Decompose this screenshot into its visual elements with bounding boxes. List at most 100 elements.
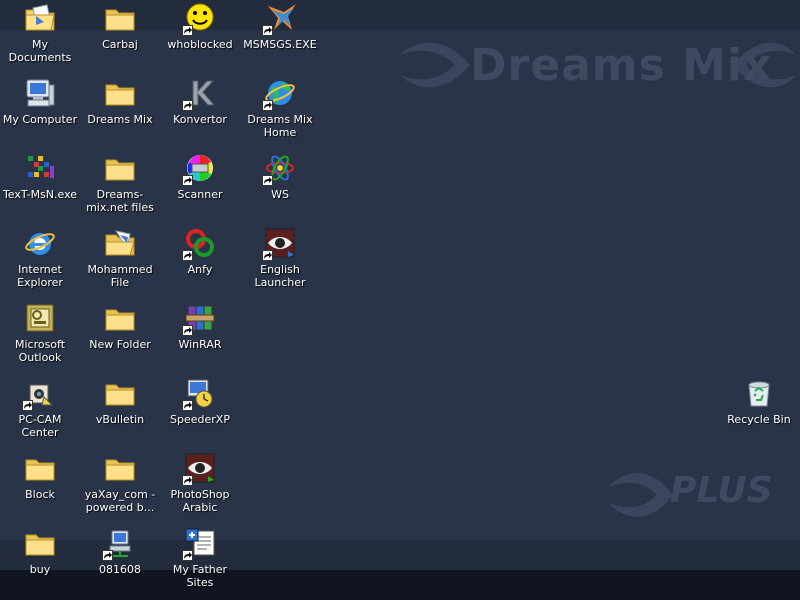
- desktop-icon-new-folder[interactable]: New Folder: [80, 300, 160, 372]
- desktop-icon-msmsgs[interactable]: MSMSGS.EXE: [240, 0, 320, 72]
- icon-label: Anfy: [187, 263, 213, 276]
- desktop-icon-recycle-bin[interactable]: Recycle Bin: [719, 375, 799, 447]
- shortcut-arrow-icon: [182, 100, 193, 111]
- desktop-icon-internet-explorer[interactable]: Internet Explorer: [0, 225, 80, 297]
- desktop-icon-whoblocked[interactable]: whoblocked: [160, 0, 240, 72]
- ie-icon: [24, 227, 56, 259]
- icon-label: Dreams Mix: [87, 113, 153, 126]
- desktop-icon-winrar[interactable]: WinRAR: [160, 300, 240, 372]
- desktop-icon-buy[interactable]: buy: [0, 525, 80, 597]
- icon-label: Dreams Mix Home: [247, 113, 313, 139]
- desktop-icon-microsoft-outlook[interactable]: Microsoft Outlook: [0, 300, 80, 372]
- camera-icon: [22, 377, 56, 411]
- desktop-icon-pc-cam-center[interactable]: PC-CAM Center: [0, 375, 80, 447]
- icon-label: Microsoft Outlook: [14, 338, 66, 364]
- wallpaper-plus-text: PLUS: [670, 470, 773, 511]
- internet-globe-icon: [262, 77, 296, 111]
- icon-label: TexT-MsN.exe: [2, 188, 78, 201]
- icon-label: whoblocked: [167, 38, 233, 51]
- icon-label: SpeederXP: [170, 413, 230, 426]
- shortcut-arrow-icon: [262, 25, 273, 36]
- eye-icon: [182, 452, 216, 486]
- desktop-icon-english-launcher[interactable]: English Launcher: [240, 225, 320, 297]
- desktop-icon-ws[interactable]: WS: [240, 150, 320, 222]
- icon-label: PhotoShop Arabic: [170, 488, 230, 514]
- icon-label: MSMSGS.EXE: [243, 38, 317, 51]
- desktop-icon-081608[interactable]: 081608: [80, 525, 160, 597]
- icon-label: Internet Explorer: [17, 263, 63, 289]
- eye-icon: [262, 227, 296, 261]
- folder-icon: [24, 527, 56, 559]
- stopwatch-icon: [182, 377, 216, 411]
- folder-icon: [104, 377, 136, 409]
- desktop-icon-speederxp[interactable]: SpeederXP: [160, 375, 240, 447]
- desktop-icon-anfy[interactable]: Anfy: [160, 225, 240, 297]
- network-computer-icon: [102, 527, 136, 561]
- folder-icon: [104, 2, 136, 34]
- open-folder-icon: [104, 227, 136, 259]
- shortcut-arrow-icon: [182, 400, 193, 411]
- folder-icon: [24, 452, 56, 484]
- atom-icon: [262, 152, 296, 186]
- color-wheel-icon: [182, 152, 216, 186]
- shortcut-arrow-icon: [182, 175, 193, 186]
- shortcut-arrow-icon: [182, 250, 193, 261]
- winrar-icon: [182, 302, 216, 336]
- icon-label: Scanner: [177, 188, 223, 201]
- icon-label: 081608: [99, 563, 141, 576]
- wallpaper-swirl-plus: [608, 473, 673, 517]
- desktop-icon-carbaj[interactable]: Carbaj: [80, 0, 160, 72]
- sitemap-icon: [182, 527, 216, 561]
- desktop-icon-scanner[interactable]: Scanner: [160, 150, 240, 222]
- desktop-icon-dreams-mix-net-files[interactable]: Dreams-mix.net files: [80, 150, 160, 222]
- desktop-icon-my-father-sites[interactable]: My Father Sites: [160, 525, 240, 597]
- icon-label: vBulletin: [95, 413, 145, 426]
- icon-label: Dreams-mix.net files: [86, 188, 154, 214]
- desktop-icon-yaxay[interactable]: yaXay_com - powered b...: [80, 450, 160, 522]
- icon-label: WinRAR: [178, 338, 222, 351]
- outlook-icon: [24, 302, 56, 334]
- documents-folder-icon: [24, 2, 56, 34]
- shortcut-arrow-icon: [262, 100, 273, 111]
- icon-label: Block: [25, 488, 55, 501]
- desktop-icon-vbulletin[interactable]: vBulletin: [80, 375, 160, 447]
- recycle-bin-icon: [743, 377, 775, 409]
- desktop-icon-my-documents[interactable]: My Documents: [0, 0, 80, 72]
- shortcut-arrow-icon: [22, 400, 33, 411]
- shortcut-arrow-icon: [102, 550, 113, 561]
- desktop-icon-dreams-mix[interactable]: Dreams Mix: [80, 75, 160, 147]
- desktop-icon-photoshop-arabic[interactable]: PhotoShop Arabic: [160, 450, 240, 522]
- icon-label: Konvertor: [173, 113, 227, 126]
- desktop-icon-block[interactable]: Block: [0, 450, 80, 522]
- icon-label: New Folder: [89, 338, 151, 351]
- icon-label: Mohammed File: [87, 263, 153, 289]
- desktop-icon-dreams-mix-home[interactable]: Dreams Mix Home: [240, 75, 320, 147]
- folder-icon: [104, 77, 136, 109]
- desktop-icon-mohammed-file[interactable]: Mohammed File: [80, 225, 160, 297]
- messenger-icon: [262, 2, 296, 36]
- folder-icon: [104, 152, 136, 184]
- shortcut-arrow-icon: [182, 325, 193, 336]
- desktop-icon-konvertor[interactable]: Konvertor: [160, 75, 240, 147]
- icon-label: Recycle Bin: [727, 413, 791, 426]
- icon-label: My Computer: [2, 113, 78, 126]
- smiley-icon: [182, 2, 216, 36]
- folder-icon: [104, 452, 136, 484]
- shortcut-arrow-icon: [262, 250, 273, 261]
- icon-label: PC-CAM Center: [18, 413, 62, 439]
- icon-label: yaXay_com - powered b...: [84, 488, 156, 514]
- desktop-icon-my-computer[interactable]: My Computer: [0, 75, 80, 147]
- icon-label: English Launcher: [254, 263, 306, 289]
- shortcut-arrow-icon: [182, 475, 193, 486]
- folder-icon: [104, 302, 136, 334]
- desktop-icon-text-msn[interactable]: TexT-MsN.exe: [0, 150, 80, 222]
- anfy-icon: [182, 227, 216, 261]
- computer-icon: [24, 77, 56, 109]
- icon-label: Carbaj: [102, 38, 138, 51]
- shortcut-arrow-icon: [262, 175, 273, 186]
- grid-app-icon: [24, 152, 56, 184]
- icon-label: My Father Sites: [172, 563, 228, 589]
- wallpaper-swirl-left: [400, 42, 470, 88]
- k-logo-icon: [182, 77, 216, 111]
- wallpaper-brand-text: Dreams Mix: [470, 40, 773, 91]
